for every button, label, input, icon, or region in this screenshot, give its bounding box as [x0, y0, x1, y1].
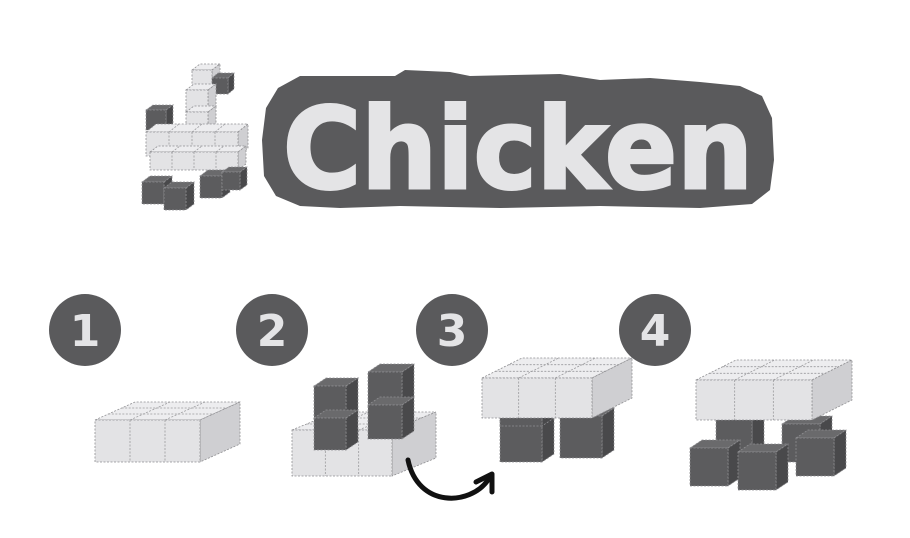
- cube-side-face: [601, 407, 615, 459]
- curved-arrow-icon: [405, 457, 495, 501]
- step-number: 4: [640, 306, 671, 357]
- cube-front-face: [559, 415, 603, 459]
- cube-side-face: [833, 429, 847, 477]
- cube-front-face: [689, 447, 729, 487]
- instruction-diagram: Chicken 1 2 3 4: [49, 63, 853, 501]
- cube-front-face: [313, 417, 347, 451]
- step-number: 2: [257, 306, 288, 357]
- step-number: 1: [70, 306, 101, 357]
- cube-front-face: [367, 404, 403, 440]
- step-badge-3: 3: [416, 294, 488, 366]
- plate-front-face: [94, 419, 201, 463]
- step-number: 3: [437, 306, 468, 357]
- cube-front-face: [795, 437, 835, 477]
- chicken-figure: [140, 63, 250, 211]
- instruction-sheet: Chicken 1 2 3 4: [0, 0, 910, 534]
- step-1-assembly: [94, 401, 241, 463]
- cube-front-face: [199, 175, 223, 199]
- cube-front-face: [737, 451, 777, 491]
- step-badge-2: 2: [236, 294, 308, 366]
- step-badge-4: 4: [619, 294, 691, 366]
- title-logo: Chicken: [262, 70, 774, 217]
- step-4-assembly: [688, 359, 853, 491]
- cube-front-face: [163, 187, 187, 211]
- plate-top-face: [144, 123, 250, 133]
- step-2-assembly: [291, 363, 437, 477]
- curved-arrow-path: [405, 457, 491, 501]
- step-badge-1: 1: [49, 294, 121, 366]
- cube-front-face: [221, 171, 241, 191]
- plate-front-face: [481, 377, 593, 419]
- title-text: Chicken: [283, 85, 753, 215]
- plate-front-face: [695, 379, 813, 421]
- cube-front-face: [141, 181, 165, 205]
- cube-side-face: [775, 443, 789, 491]
- step-3-assembly: [481, 357, 633, 463]
